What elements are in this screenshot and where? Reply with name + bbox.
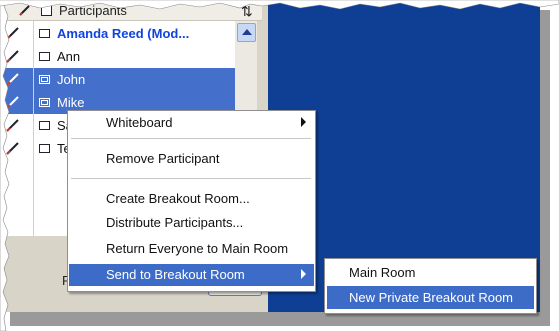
menu-item-create-breakout-room[interactable]: Create Breakout Room... xyxy=(69,188,314,210)
breakout-room-submenu: Main Room New Private Breakout Room xyxy=(324,258,537,314)
menu-item-remove-participant[interactable]: Remove Participant xyxy=(69,148,314,170)
menu-separator xyxy=(71,138,311,139)
menu-item-label: Create Breakout Room... xyxy=(106,191,250,206)
menu-item-label: Remove Participant xyxy=(106,151,220,166)
menu-item-label: Whiteboard xyxy=(106,115,173,130)
menu-item-whiteboard[interactable]: Whiteboard xyxy=(69,112,314,134)
submenu-item-main-room[interactable]: Main Room xyxy=(327,261,534,284)
menu-item-send-to-breakout-room[interactable]: Send to Breakout Room xyxy=(69,264,314,286)
menu-item-label: Distribute Participants... xyxy=(106,215,244,230)
submenu-arrow-icon xyxy=(301,269,306,279)
submenu-arrow-icon xyxy=(301,117,306,127)
menu-separator xyxy=(71,178,311,179)
submenu-item-label: New Private Breakout Room xyxy=(349,290,514,305)
menu-item-label: Return Everyone to Main Room xyxy=(106,241,289,256)
menu-item-return-everyone[interactable]: Return Everyone to Main Room xyxy=(69,238,314,260)
submenu-item-label: Main Room xyxy=(349,265,416,280)
submenu-item-new-private-breakout-room[interactable]: New Private Breakout Room xyxy=(327,286,534,309)
menu-item-distribute-participants[interactable]: Distribute Participants... xyxy=(69,212,314,234)
menu-item-label: Send to Breakout Room xyxy=(106,267,245,282)
context-menu: Whiteboard Remove Participant Create Bre… xyxy=(67,110,316,292)
